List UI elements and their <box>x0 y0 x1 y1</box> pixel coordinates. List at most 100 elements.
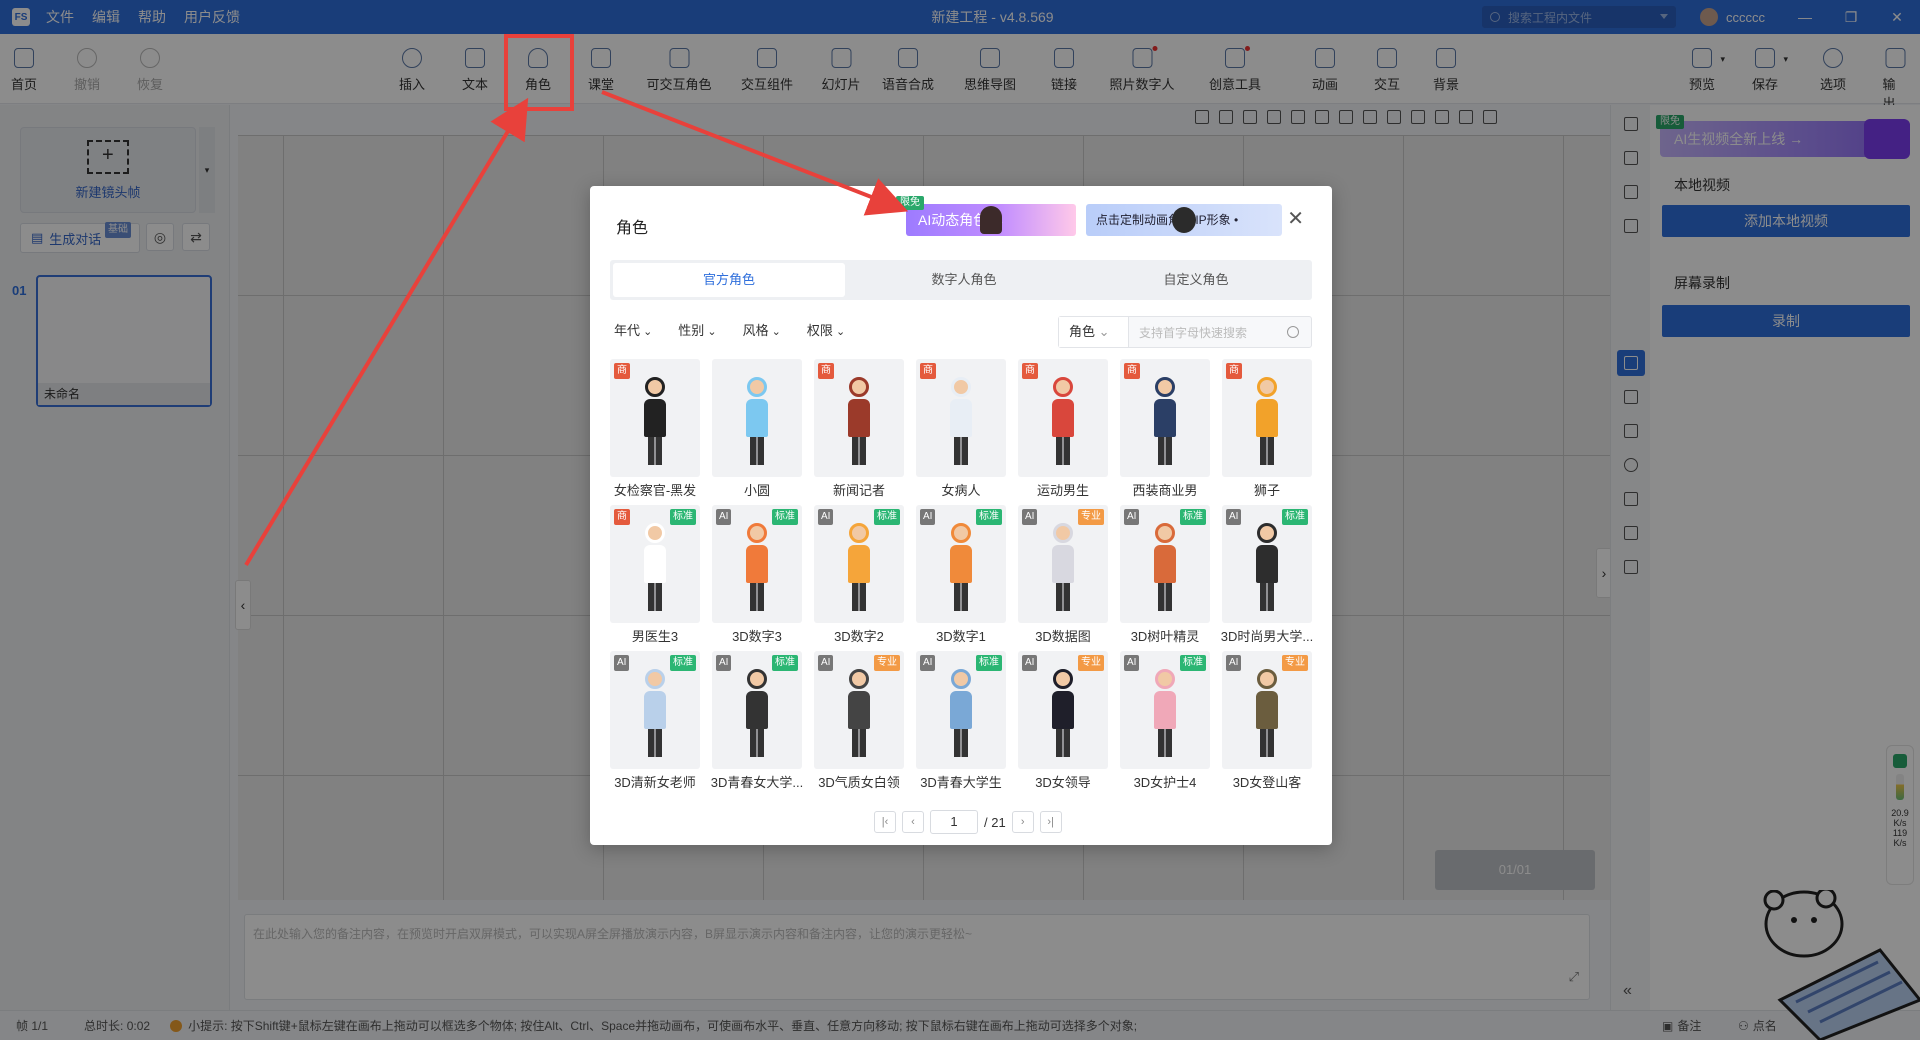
character-name: 3D清新女老师 <box>614 775 696 790</box>
character-legs <box>1056 437 1070 465</box>
free-tag: 限免 <box>896 196 924 210</box>
character-head <box>747 523 767 543</box>
filter-bar: 年代 性别 风格 权限 <box>614 320 845 339</box>
tag-badge: AI <box>920 509 936 525</box>
character-legs <box>1158 583 1172 611</box>
tag-badge: 标准 <box>670 509 696 525</box>
character-card[interactable]: 商 标准 男医生3 <box>610 505 700 644</box>
character-legs <box>750 437 764 465</box>
character-name: 运动男生 <box>1036 483 1089 498</box>
tag-badge: AI <box>716 509 732 525</box>
character-card[interactable]: AI 标准 3D数字2 <box>814 505 904 644</box>
character-card[interactable]: 商西装商业男 <box>1120 359 1210 498</box>
character-card[interactable]: AI 标准 3D女护士4 <box>1120 651 1210 790</box>
character-legs <box>648 583 662 611</box>
character-head <box>1257 523 1277 543</box>
character-legs <box>852 437 866 465</box>
character-card[interactable]: AI 标准 3D数字3 <box>712 505 802 644</box>
search-icon[interactable] <box>1287 326 1299 338</box>
character-search-input[interactable]: 支持首字母快速搜索 <box>1129 324 1247 341</box>
custom-character-label: 点击定制动画角色/IP形象 • <box>1096 213 1239 227</box>
tab-official[interactable]: 官方角色 <box>613 263 845 297</box>
character-thumbnail: 商 <box>916 359 1006 477</box>
character-legs <box>750 583 764 611</box>
tag-badge: AI <box>818 655 834 671</box>
tag-badge: 标准 <box>772 509 798 525</box>
character-name: 小圆 <box>743 483 770 498</box>
character-card[interactable]: AI 专业 3D数据图 <box>1018 505 1108 644</box>
close-icon[interactable]: ✕ <box>1287 206 1304 231</box>
character-name: 3D数字1 <box>936 629 986 644</box>
character-card[interactable]: AI 标准 3D数字1 <box>916 505 1006 644</box>
character-card[interactable]: AI 标准 3D青春大学生 <box>916 651 1006 790</box>
character-card[interactable]: 商狮子 <box>1222 359 1312 498</box>
filter-style[interactable]: 风格 <box>743 320 781 339</box>
character-name: 3D树叶精灵 <box>1130 629 1200 644</box>
custom-character-banner[interactable]: 点击定制动画角色/IP形象 • <box>1086 204 1282 236</box>
pagination: |‹ ‹ 1 / 21 › ›| <box>874 810 1062 834</box>
character-thumbnail: AI 专业 <box>814 651 904 769</box>
last-page-icon[interactable]: ›| <box>1039 811 1062 833</box>
character-body <box>950 399 972 437</box>
character-card[interactable]: 商新闻记者 <box>814 359 904 498</box>
filter-permission[interactable]: 权限 <box>807 320 845 339</box>
character-body <box>644 399 666 437</box>
tab-custom[interactable]: 自定义角色 <box>1080 260 1312 300</box>
character-thumbnail: AI 标准 <box>814 505 904 623</box>
tag-badge: 专业 <box>1078 655 1104 671</box>
character-thumbnail: AI 标准 <box>610 651 700 769</box>
character-name: 3D时尚男大学... <box>1220 629 1314 644</box>
character-card[interactable]: 商女病人 <box>916 359 1006 498</box>
character-thumbnail: AI 专业 <box>1018 651 1108 769</box>
character-head <box>1053 523 1073 543</box>
tag-badge: 标准 <box>1180 655 1206 671</box>
tab-digital-human[interactable]: 数字人角色 <box>848 260 1080 300</box>
tag-badge: 标准 <box>772 655 798 671</box>
character-figure-icon <box>980 206 1002 234</box>
filter-gender[interactable]: 性别 <box>678 320 716 339</box>
tag-badge: 商 <box>920 363 936 379</box>
tag-badge: AI <box>1022 655 1038 671</box>
character-card[interactable]: AI 标准 3D青春女大学... <box>711 651 803 790</box>
character-body <box>1154 545 1176 583</box>
tag-badge: AI <box>818 509 834 525</box>
ai-dynamic-character-banner[interactable]: 限免 AI动态角色 → <box>896 196 1076 236</box>
prev-page-icon[interactable]: ‹ <box>902 811 924 833</box>
character-head <box>1257 377 1277 397</box>
filter-era[interactable]: 年代 <box>614 320 652 339</box>
character-legs <box>954 437 968 465</box>
character-card[interactable]: 商运动男生 <box>1018 359 1108 498</box>
character-thumbnail: AI 标准 <box>1120 505 1210 623</box>
search-category-select[interactable]: 角色 <box>1059 317 1129 347</box>
page-input[interactable]: 1 <box>930 810 978 834</box>
tag-badge: 商 <box>818 363 834 379</box>
character-body <box>848 399 870 437</box>
tag-badge: AI <box>920 655 936 671</box>
character-body <box>1256 545 1278 583</box>
character-card[interactable]: AI 标准 3D时尚男大学... <box>1221 505 1313 644</box>
character-name: 3D数字3 <box>732 629 782 644</box>
character-name: 3D数字2 <box>834 629 884 644</box>
character-card[interactable]: AI 标准 3D清新女老师 <box>610 651 700 790</box>
character-card[interactable]: 商女检察官-黑发 <box>610 359 700 498</box>
character-name: 3D女护士4 <box>1133 775 1197 790</box>
page-total: / 21 <box>984 814 1006 830</box>
tag-badge: AI <box>1124 655 1140 671</box>
character-body <box>1052 399 1074 437</box>
character-thumbnail: AI 专业 <box>1222 651 1312 769</box>
character-card[interactable]: AI 专业 3D女领导 <box>1018 651 1108 790</box>
tag-badge: 专业 <box>1282 655 1308 671</box>
character-head <box>1155 377 1175 397</box>
character-legs <box>1056 729 1070 757</box>
character-card[interactable]: AI 专业 3D女登山客 <box>1222 651 1312 790</box>
character-card[interactable]: 小圆 <box>712 359 802 498</box>
character-body <box>950 691 972 729</box>
character-thumbnail: 商 <box>1120 359 1210 477</box>
character-thumbnail: AI 标准 <box>1120 651 1210 769</box>
character-thumbnail: 商 <box>1018 359 1108 477</box>
character-card[interactable]: AI 标准 3D树叶精灵 <box>1120 505 1210 644</box>
tag-badge: 商 <box>1226 363 1242 379</box>
character-card[interactable]: AI 专业 3D气质女白领 <box>814 651 904 790</box>
first-page-icon[interactable]: |‹ <box>874 811 896 833</box>
next-page-icon[interactable]: › <box>1011 811 1034 833</box>
